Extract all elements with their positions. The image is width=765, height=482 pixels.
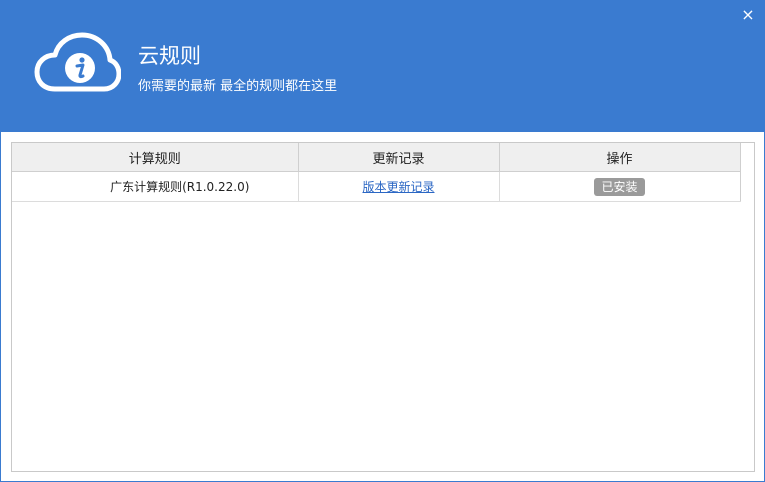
rules-list-panel: 计算规则 更新记录 操作 广东计算规则(R1.0.22.0) 版本更新记录 已安…: [11, 142, 755, 472]
rules-table: 计算规则 更新记录 操作 广东计算规则(R1.0.22.0) 版本更新记录 已安…: [12, 143, 741, 202]
column-header-rule[interactable]: 计算规则: [12, 143, 299, 172]
table-header-row: 计算规则 更新记录 操作: [12, 143, 741, 172]
column-header-history[interactable]: 更新记录: [298, 143, 500, 172]
header-banner: × 云规则 你需要的最新 最全的规则都在这里: [1, 1, 764, 132]
app-subtitle: 你需要的最新 最全的规则都在这里: [138, 79, 338, 94]
installed-button[interactable]: 已安装: [594, 177, 645, 196]
column-header-action[interactable]: 操作: [499, 143, 741, 172]
history-cell: 版本更新记录: [298, 171, 500, 202]
version-history-link[interactable]: 版本更新记录: [362, 180, 434, 194]
rule-name-cell: 广东计算规则(R1.0.22.0): [12, 171, 299, 202]
app-title: 云规则: [138, 44, 201, 68]
action-cell: 已安装: [499, 171, 741, 202]
cloud-rules-window: × 云规则 你需要的最新 最全的规则都在这里 计算规则 更新记录 操作 广东计算…: [0, 0, 765, 482]
table-row[interactable]: 广东计算规则(R1.0.22.0) 版本更新记录 已安装: [12, 171, 741, 202]
close-icon: ×: [741, 5, 755, 24]
cloud-info-icon: [34, 32, 121, 92]
close-button[interactable]: ×: [738, 5, 758, 25]
